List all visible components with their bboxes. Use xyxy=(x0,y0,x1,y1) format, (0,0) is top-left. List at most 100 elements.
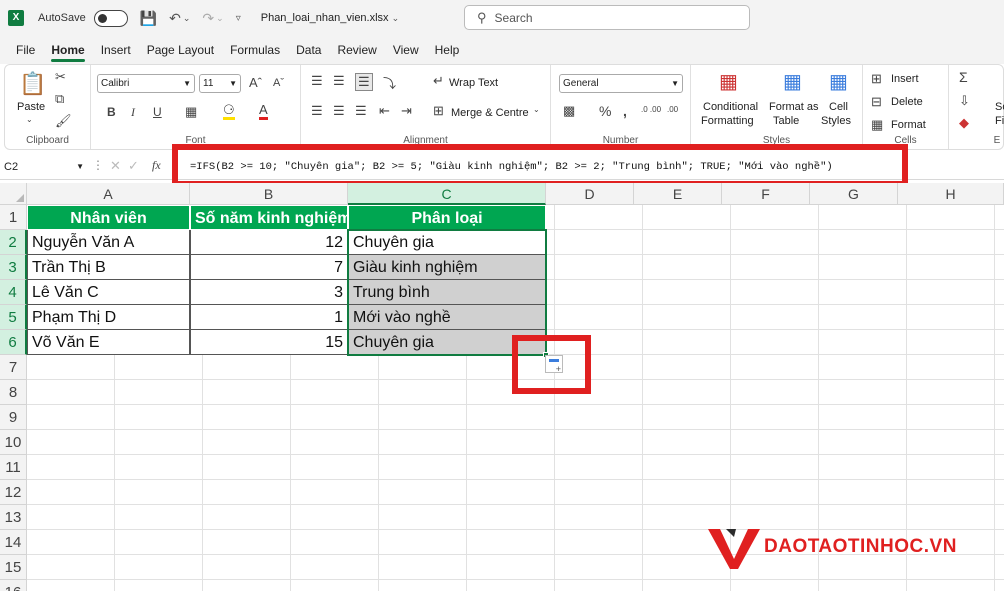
merge-centre-button[interactable]: Merge & Centre xyxy=(451,107,529,119)
insert-cells-button[interactable]: Insert xyxy=(891,73,919,85)
row-header-4[interactable]: 4 xyxy=(0,280,27,305)
customize-toolbar-icon[interactable]: ▿ xyxy=(236,13,241,24)
merge-dropdown-icon[interactable]: ⌄ xyxy=(533,105,540,114)
underline-button[interactable]: U xyxy=(153,105,162,119)
cell-a2[interactable]: Nguyễn Văn A xyxy=(27,230,190,255)
increase-decimal-icon[interactable]: .0 .00 xyxy=(641,105,661,114)
cell-a3[interactable]: Trần Thị B xyxy=(27,255,190,280)
row-header-5[interactable]: 5 xyxy=(0,305,27,330)
column-header-f[interactable]: F xyxy=(722,183,810,205)
format-table-icon[interactable]: ▦ xyxy=(783,69,802,94)
align-right-icon[interactable]: ☰ xyxy=(355,103,367,119)
paste-dropdown-icon[interactable]: ⌄ xyxy=(26,115,33,124)
cell-c3[interactable]: Giàu kinh nghiệm xyxy=(348,255,546,280)
cell-b4[interactable]: 3 xyxy=(190,280,348,305)
cell-a1[interactable]: Nhân viên xyxy=(27,205,190,230)
increase-font-icon[interactable]: Aˆ xyxy=(249,75,262,90)
tab-file[interactable]: File xyxy=(8,36,43,64)
tab-data[interactable]: Data xyxy=(288,36,329,64)
autosave-toggle[interactable] xyxy=(93,9,128,27)
align-bottom-icon[interactable]: ☰ xyxy=(355,73,373,91)
decrease-indent-icon[interactable]: ⇤ xyxy=(379,103,390,119)
enter-icon[interactable]: ✓ xyxy=(128,158,139,174)
conditional-formatting-icon[interactable]: ▦ xyxy=(719,69,738,94)
sort-filter-button[interactable]: So xyxy=(995,101,1004,113)
align-top-icon[interactable]: ☰ xyxy=(311,73,323,89)
cell-b6[interactable]: 15 xyxy=(190,330,348,355)
cell-b3[interactable]: 7 xyxy=(190,255,348,280)
quick-analysis-icon[interactable] xyxy=(545,355,563,374)
row-header-1[interactable]: 1 xyxy=(0,205,27,230)
format-cells-icon[interactable]: ▦ xyxy=(871,117,883,133)
cell-c5[interactable]: Mới vào nghề xyxy=(348,305,546,330)
percent-icon[interactable]: % xyxy=(599,103,611,119)
column-header-e[interactable]: E xyxy=(634,183,722,205)
select-all-button[interactable] xyxy=(0,183,27,205)
align-center-icon[interactable]: ☰ xyxy=(333,103,345,119)
row-header-14[interactable]: 14 xyxy=(0,530,27,555)
cell-c2[interactable]: Chuyên gia xyxy=(348,230,546,255)
row-header-3[interactable]: 3 xyxy=(0,255,27,280)
merge-centre-icon[interactable]: ⊞ xyxy=(433,103,444,119)
align-middle-icon[interactable]: ☰ xyxy=(333,73,345,89)
row-header-9[interactable]: 9 xyxy=(0,405,27,430)
cell-a4[interactable]: Lê Văn C xyxy=(27,280,190,305)
column-header-c[interactable]: C xyxy=(348,183,546,205)
cell-a5[interactable]: Phạm Thị D xyxy=(27,305,190,330)
insert-cells-icon[interactable]: ⊞ xyxy=(871,71,882,87)
cut-icon[interactable]: ✂ xyxy=(55,69,66,85)
increase-indent-icon[interactable]: ⇥ xyxy=(401,103,412,119)
cell-b1[interactable]: Số năm kinh nghiệm xyxy=(190,205,348,230)
save-icon[interactable]: 💾 xyxy=(140,10,157,27)
wrap-text-icon[interactable]: ↵ xyxy=(433,73,444,89)
decrease-font-icon[interactable]: Aˇ xyxy=(273,77,284,89)
align-left-icon[interactable]: ☰ xyxy=(311,103,323,119)
font-name-dropdown[interactable]: Calibri ▼ xyxy=(97,74,195,93)
name-box[interactable]: C2 ▼ xyxy=(0,156,88,178)
row-header-12[interactable]: 12 xyxy=(0,480,27,505)
copy-icon[interactable]: ⧉ xyxy=(55,91,64,107)
cell-a6[interactable]: Võ Văn E xyxy=(27,330,190,355)
format-as-table-button[interactable]: Format as xyxy=(769,101,819,113)
comma-style-icon[interactable]: , xyxy=(623,103,627,119)
cancel-icon[interactable]: ✕ xyxy=(110,158,121,174)
row-header-6[interactable]: 6 xyxy=(0,330,27,355)
column-header-d[interactable]: D xyxy=(546,183,634,205)
currency-icon[interactable]: ▩ xyxy=(563,103,575,119)
format-painter-icon[interactable]: 🖌 xyxy=(55,113,72,129)
row-header-7[interactable]: 7 xyxy=(0,355,27,380)
undo-icon[interactable]: ↶ xyxy=(169,10,181,27)
borders-icon[interactable]: ▦ xyxy=(185,104,197,120)
paste-button[interactable]: Paste xyxy=(17,101,45,113)
column-header-a[interactable]: A xyxy=(27,183,190,205)
bold-button[interactable]: B xyxy=(107,105,116,119)
row-header-8[interactable]: 8 xyxy=(0,380,27,405)
tab-view[interactable]: View xyxy=(385,36,427,64)
orientation-icon[interactable]: ⤵ xyxy=(383,73,396,92)
more-options-icon[interactable]: ⋮ xyxy=(92,158,104,172)
cell-styles-button[interactable]: Cell xyxy=(829,101,848,113)
redo-dropdown-icon[interactable]: ⌄ xyxy=(216,13,224,24)
row-header-10[interactable]: 10 xyxy=(0,430,27,455)
font-size-dropdown[interactable]: 11 ▼ xyxy=(199,74,241,93)
tab-review[interactable]: Review xyxy=(329,36,384,64)
column-header-h[interactable]: H xyxy=(898,183,1004,205)
autosum-icon[interactable]: Σ xyxy=(959,69,968,85)
tab-formulas[interactable]: Formulas xyxy=(222,36,288,64)
conditional-formatting-button[interactable]: Conditional xyxy=(703,101,758,113)
number-format-dropdown[interactable]: General ▼ xyxy=(559,74,683,93)
fill-color-icon[interactable]: ⚆ xyxy=(223,103,235,120)
row-header-2[interactable]: 2 xyxy=(0,230,27,255)
decrease-decimal-icon[interactable]: .00 xyxy=(667,105,678,114)
paste-icon[interactable]: 📋 xyxy=(19,71,46,97)
file-name[interactable]: Phan_loai_nhan_vien.xlsx xyxy=(261,12,389,24)
italic-button[interactable]: I xyxy=(131,105,135,120)
wrap-text-button[interactable]: Wrap Text xyxy=(449,77,498,89)
search-box[interactable]: ⚲ Search xyxy=(464,5,750,30)
tab-home[interactable]: Home xyxy=(43,36,92,64)
undo-dropdown-icon[interactable]: ⌄ xyxy=(183,13,191,24)
cell-styles-icon[interactable]: ▦ xyxy=(829,69,848,94)
delete-cells-icon[interactable]: ⊟ xyxy=(871,94,882,110)
tab-page-layout[interactable]: Page Layout xyxy=(139,36,222,64)
font-color-icon[interactable]: A xyxy=(259,103,268,120)
